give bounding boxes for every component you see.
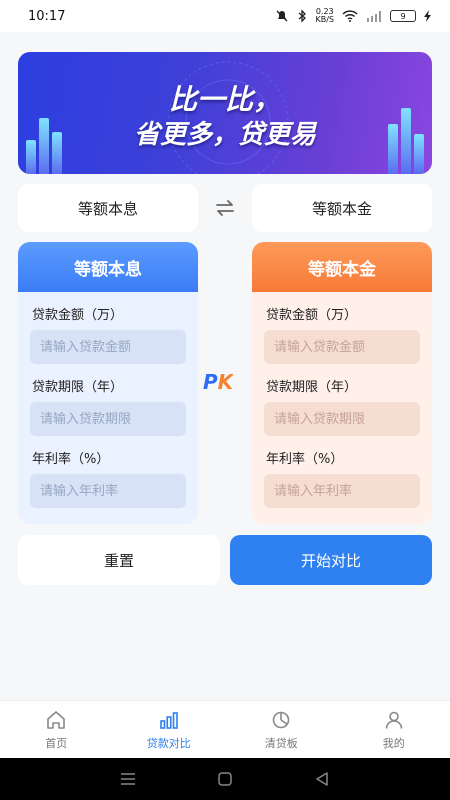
method-right-label: 等额本金	[311, 199, 372, 218]
right-term-label: 贷款期限（年）	[266, 380, 358, 395]
main-content: 比一比， 省更多，贷更易 等额本息 等额本金 等额本息 贷款金额（万） 贷款期限…	[0, 32, 450, 700]
left-term-input[interactable]	[30, 402, 186, 436]
method-left-label: 等额本息	[77, 199, 138, 218]
left-rate-label: 年利率（%）	[32, 452, 110, 467]
pk-label: PK	[203, 370, 234, 394]
home-square-icon[interactable]	[216, 770, 234, 788]
status-bar: 10:17 0.23 KB/S 9	[0, 0, 450, 32]
back-icon[interactable]	[313, 770, 331, 788]
method-left-box[interactable]: 等额本息	[18, 184, 198, 232]
right-rate-input[interactable]	[264, 474, 420, 508]
right-amount-label: 贷款金额（万）	[266, 308, 358, 323]
swap-icon[interactable]	[213, 196, 237, 220]
start-compare-button[interactable]: 开始对比	[230, 535, 432, 585]
tab-home[interactable]: 首页	[0, 701, 113, 758]
home-icon	[47, 710, 66, 729]
method-selector: 等额本息 等额本金	[18, 184, 432, 232]
tab-mine-label: 我的	[382, 736, 405, 750]
bluetooth-icon	[299, 9, 307, 23]
right-rate-label: 年利率（%）	[266, 452, 344, 467]
tab-loan-compare-label: 贷款对比	[146, 736, 191, 750]
network-speed: 0.23 KB/S	[315, 8, 334, 24]
banner-title-line2: 省更多，贷更易	[133, 120, 316, 150]
tab-mine[interactable]: 我的	[338, 701, 450, 758]
system-nav-bar	[0, 758, 450, 800]
mute-bell-icon	[276, 10, 288, 22]
bar-chart-icon	[159, 711, 178, 729]
right-loan-panel: 等额本金 贷款金额（万） 贷款期限（年） 年利率（%）	[252, 242, 432, 524]
tab-board-label: 清贷板	[264, 736, 298, 750]
right-term-input[interactable]	[264, 402, 420, 436]
battery-indicator: 9	[390, 10, 416, 22]
left-rate-input[interactable]	[30, 474, 186, 508]
tab-home-label: 首页	[45, 736, 68, 750]
user-icon	[385, 711, 403, 729]
tab-loan-compare[interactable]: 贷款对比	[113, 701, 226, 758]
status-time: 10:17	[28, 8, 66, 24]
left-panel-title: 等额本息	[18, 242, 198, 292]
left-amount-input[interactable]	[30, 330, 186, 364]
promo-banner[interactable]: 比一比， 省更多，贷更易	[18, 52, 432, 174]
left-amount-label: 贷款金额（万）	[32, 308, 124, 323]
method-right-box[interactable]: 等额本金	[252, 184, 432, 232]
left-loan-panel: 等额本息 贷款金额（万） 贷款期限（年） 年利率（%）	[18, 242, 198, 524]
reset-button[interactable]: 重置	[18, 535, 220, 585]
right-panel-title: 等额本金	[252, 242, 432, 292]
charging-icon	[424, 10, 431, 22]
left-term-label: 贷款期限（年）	[32, 380, 124, 395]
banner-title-line1: 比一比，	[168, 83, 281, 116]
signal-icon	[367, 11, 381, 22]
tab-board[interactable]: 清贷板	[225, 701, 338, 758]
right-amount-input[interactable]	[264, 330, 420, 364]
menu-icon[interactable]	[119, 770, 137, 788]
battery-level: 9	[400, 11, 406, 21]
bottom-tab-bar: 首页 贷款对比 清贷板 我的	[0, 700, 450, 758]
wifi-icon	[342, 10, 358, 22]
speed-unit: KB/S	[315, 15, 334, 24]
status-icons: 0.23 KB/S 9	[275, 8, 432, 24]
board-icon	[272, 711, 290, 728]
